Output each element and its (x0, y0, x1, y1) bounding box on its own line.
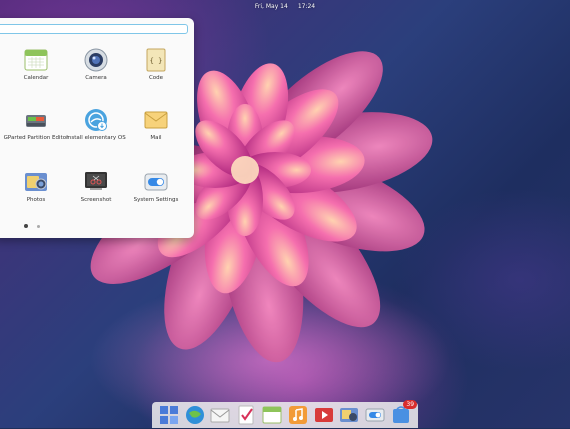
photos-icon[interactable] (339, 405, 359, 425)
music-icon[interactable] (288, 405, 308, 425)
appcenter-icon[interactable]: 39 (391, 400, 418, 425)
page-dot-2[interactable] (37, 224, 40, 228)
settings-toggle-icon[interactable] (365, 405, 385, 425)
dock: 39 (152, 400, 418, 428)
page-switcher (24, 224, 40, 228)
settings-toggle-icon (144, 170, 168, 194)
top-panel: Fri, May 14 17:24 (0, 0, 570, 12)
app-system-settings[interactable]: System Settings (121, 170, 191, 204)
svg-text:{ }: { } (150, 57, 163, 65)
camera-icon (84, 48, 108, 72)
applications-menu: Calendar Camera { } Code GParted Partiti… (0, 18, 194, 238)
app-mail[interactable]: Mail (121, 108, 191, 142)
code-icon: { } (144, 48, 168, 72)
app-label: Code (148, 75, 164, 81)
calendar-icon[interactable] (262, 405, 282, 425)
panel-date[interactable]: Fri, May 14 (255, 3, 288, 10)
installer-icon (84, 108, 108, 132)
photos-icon (24, 170, 48, 194)
web-browser-icon[interactable] (185, 405, 205, 425)
multitasking-view-icon[interactable] (159, 405, 179, 425)
app-label: System Settings (133, 197, 179, 203)
app-code[interactable]: { } Code (121, 48, 191, 82)
app-label: Mail (150, 135, 162, 141)
search-input[interactable] (0, 24, 188, 34)
mail-icon (144, 108, 168, 132)
gparted-icon (24, 108, 48, 132)
page-dot-1[interactable] (24, 224, 28, 228)
mail-icon[interactable] (210, 405, 230, 425)
tasks-icon[interactable] (236, 405, 256, 425)
screenshot-icon (84, 170, 108, 194)
panel-time[interactable]: 17:24 (298, 3, 315, 10)
calendar-icon (24, 48, 48, 72)
update-count-badge: 39 (403, 400, 418, 409)
videos-icon[interactable] (314, 405, 334, 425)
